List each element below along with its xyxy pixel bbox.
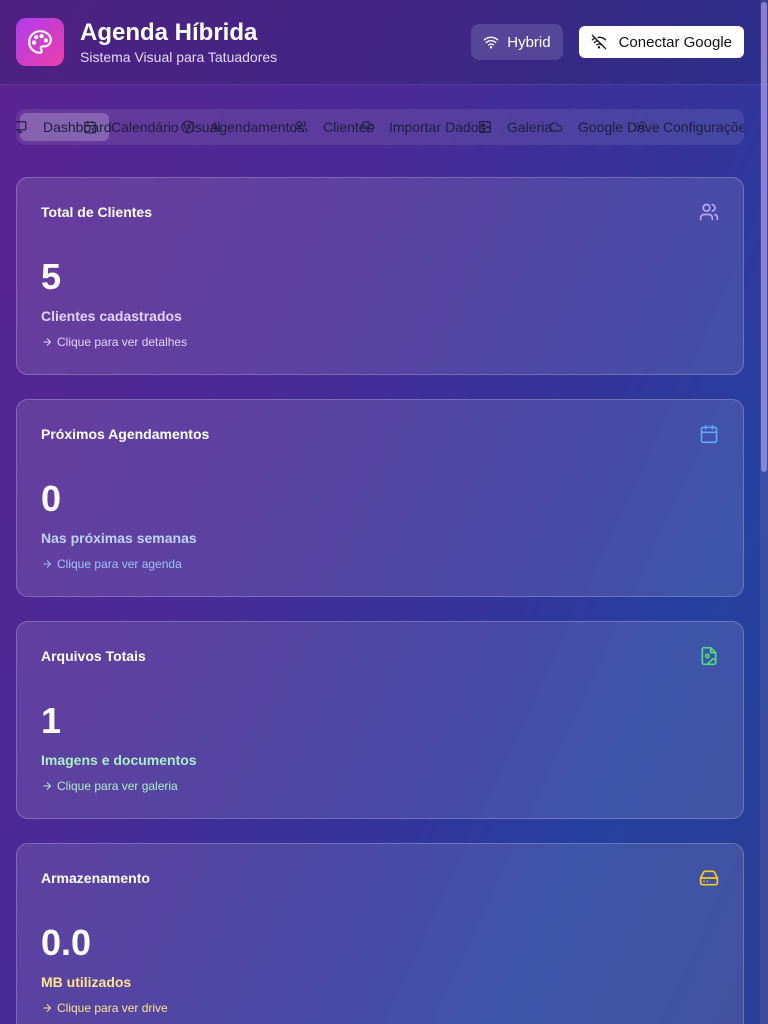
settings-icon [635, 121, 647, 133]
tab-label-settings: Configurações [663, 119, 744, 135]
card-value: 0 [41, 478, 62, 519]
tab-label-appointments: Agendamentos [210, 119, 305, 135]
file-image-icon [701, 646, 717, 666]
arrow-right-icon [43, 560, 52, 568]
clock-icon [181, 120, 195, 134]
tab-label-calendar: Calendário Visual [111, 119, 221, 135]
card-subtitle: Clientes cadastrados [41, 308, 182, 324]
connect-google-label: Conectar Google [618, 33, 732, 51]
card-value: 0.0 [41, 922, 92, 963]
calendar-icon [84, 121, 96, 134]
hybrid-mode-button[interactable]: Hybrid [471, 24, 563, 60]
palette-icon [28, 30, 52, 54]
card-link-label: Clique para ver drive [57, 1001, 168, 1015]
tab-label-import: Importar Dados [389, 119, 486, 135]
card-link-label: Clique para ver galeria [57, 779, 178, 793]
card-title: Arquivos Totais [41, 648, 146, 664]
arrow-right-icon [43, 338, 52, 346]
card-link[interactable]: Clique para ver galeria [41, 779, 178, 793]
app-title: Agenda Híbrida [80, 19, 258, 46]
card-subtitle: MB utilizados [41, 974, 132, 990]
card-subtitle: Imagens e documentos [41, 752, 197, 768]
scrollbar-thumb[interactable] [761, 2, 767, 472]
image-icon [479, 121, 491, 133]
dashboard-cards: Total de Clientes 5 Clientes cadastrados… [0, 145, 768, 1024]
card-link-label: Clique para ver detalhes [57, 335, 188, 349]
card-total-files[interactable]: Arquivos Totais 1 Imagens e documentos C… [16, 621, 744, 819]
card-link[interactable]: Clique para ver detalhes [41, 335, 187, 349]
brand: Agenda Híbrida Sistema Visual para Tatua… [80, 19, 277, 65]
arrow-right-icon [43, 1004, 52, 1012]
page-scrollbar[interactable] [760, 0, 768, 1024]
tab-label-dashboard: Dashboard [43, 119, 112, 135]
monitor-icon [16, 121, 27, 133]
wifi-off-icon [591, 34, 606, 50]
card-storage[interactable]: Armazenamento 0.0 MB utilizados Clique p… [16, 843, 744, 1024]
card-total-clients[interactable]: Total de Clientes 5 Clientes cadastrados… [16, 177, 744, 375]
calendar-icon [700, 424, 718, 444]
wifi-icon [483, 36, 499, 49]
card-title: Armazenamento [41, 870, 150, 886]
connect-google-button[interactable]: Conectar Google [578, 26, 744, 58]
hybrid-mode-label: Hybrid [507, 33, 551, 51]
card-title: Próximos Agendamentos [41, 426, 210, 442]
card-link[interactable]: Clique para ver drive [41, 1001, 168, 1015]
card-title: Total de Clientes [41, 204, 152, 220]
card-link-label: Clique para ver agenda [57, 557, 182, 571]
tab-label-gallery: Galeria [507, 119, 553, 135]
card-link[interactable]: Clique para ver agenda [41, 557, 182, 571]
logo [16, 18, 64, 66]
main-tabs: Dashboard Calendário Visual Agendamentos… [16, 109, 744, 145]
app-subtitle: Sistema Visual para Tatuadores [80, 49, 278, 65]
cloud-upload-icon [361, 121, 375, 133]
card-subtitle: Nas próximas semanas [41, 530, 197, 546]
users-icon [699, 203, 719, 221]
users-icon [294, 121, 308, 133]
card-upcoming-appointments[interactable]: Próximos Agendamentos 0 Nas próximas sem… [16, 399, 744, 597]
cloud-icon [549, 122, 563, 132]
hard-drive-icon [699, 870, 719, 886]
card-value: 1 [41, 700, 62, 741]
app-header: Agenda Híbrida Sistema Visual para Tatua… [0, 0, 768, 85]
card-value: 5 [41, 256, 62, 297]
arrow-right-icon [43, 782, 52, 790]
